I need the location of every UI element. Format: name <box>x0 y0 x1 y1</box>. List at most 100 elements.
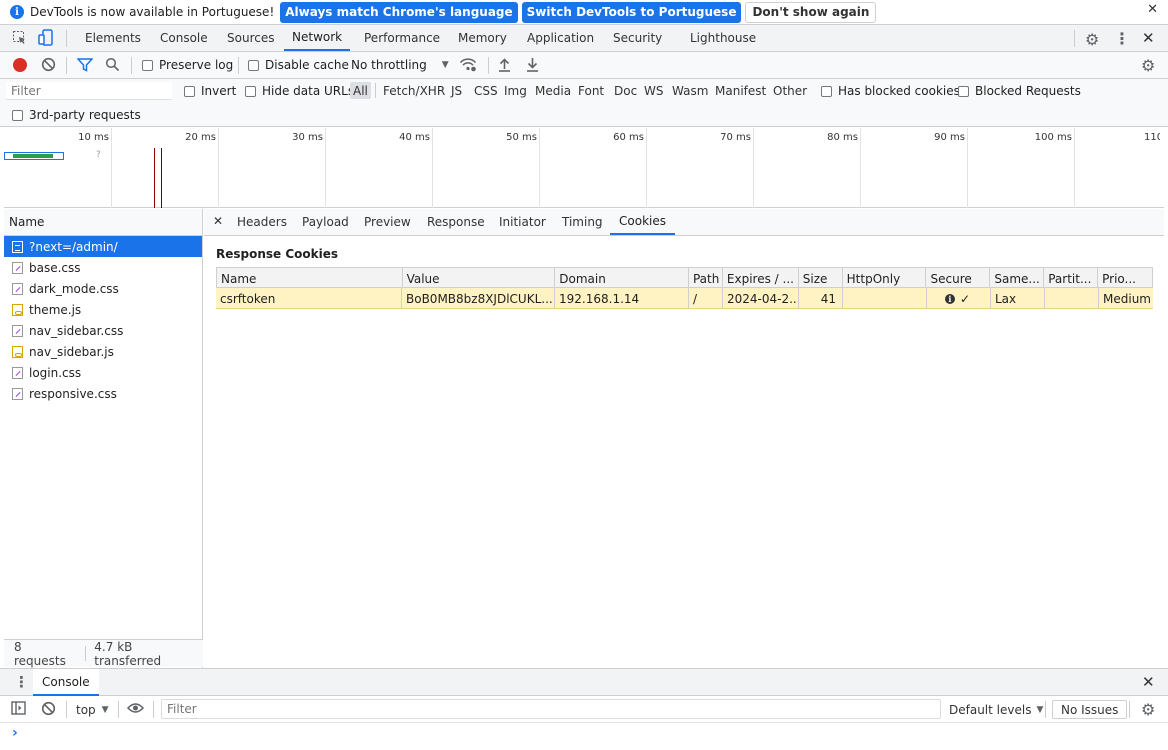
toolbar-divider <box>153 701 154 718</box>
column-header-samesite[interactable]: Same... <box>990 268 1045 289</box>
request-row[interactable]: nav_sidebar.js <box>4 341 202 362</box>
filter-type-js[interactable]: JS <box>451 82 462 99</box>
filter-type-other[interactable]: Other <box>773 82 807 99</box>
tab-memory[interactable]: Memory <box>458 25 507 51</box>
column-header-secure[interactable]: Secure <box>926 268 991 289</box>
filter-type-fetch-xhr[interactable]: Fetch/XHR <box>383 82 445 99</box>
filter-type-manifest[interactable]: Manifest <box>715 82 766 99</box>
request-row[interactable]: responsive.css <box>4 383 202 404</box>
close-drawer-icon[interactable]: ✕ <box>1142 673 1155 691</box>
drawer-menu-icon[interactable]: ⋮ <box>14 673 29 691</box>
info-icon[interactable]: i <box>944 293 955 304</box>
network-settings-gear-icon[interactable]: ⚙ <box>1141 56 1155 75</box>
checkbox-box[interactable] <box>184 85 195 97</box>
context-selector[interactable]: top ▼ <box>76 700 109 719</box>
column-header-path[interactable]: Path <box>689 268 723 289</box>
export-har-icon[interactable] <box>526 57 539 72</box>
throttling-select[interactable]: No throttling ▼ <box>351 58 449 72</box>
column-header-priority[interactable]: Prio... <box>1098 268 1152 289</box>
tab-performance[interactable]: Performance <box>364 25 440 51</box>
tab-security[interactable]: Security <box>613 25 662 51</box>
tab-initiator[interactable]: Initiator <box>499 209 546 235</box>
timeline-tick-label: 10 ms <box>78 132 109 143</box>
network-timeline-overview[interactable]: 10 ms 20 ms 30 ms 40 ms 50 ms 60 ms 70 m… <box>4 128 1164 208</box>
preserve-log-checkbox[interactable]: Preserve log <box>142 58 233 72</box>
more-options-icon[interactable]: ⋮ <box>1114 29 1130 48</box>
inspect-element-icon[interactable] <box>12 30 27 45</box>
column-header-domain[interactable]: Domain <box>555 268 689 289</box>
filter-type-css[interactable]: CSS <box>474 82 498 99</box>
column-header-value[interactable]: Value <box>403 268 556 289</box>
column-header-httponly[interactable]: HttpOnly <box>843 268 927 289</box>
filter-type-all[interactable]: All <box>350 82 371 99</box>
import-har-icon[interactable] <box>498 57 511 72</box>
record-icon[interactable] <box>13 58 27 72</box>
drawer-tab-console[interactable]: Console <box>33 669 99 696</box>
search-icon[interactable] <box>105 57 120 72</box>
disable-cache-checkbox[interactable]: Disable cache <box>248 58 349 72</box>
filter-type-img[interactable]: Img <box>504 82 527 99</box>
tab-elements[interactable]: Elements <box>85 25 141 51</box>
request-row[interactable]: dark_mode.css <box>4 278 202 299</box>
request-row[interactable]: base.css <box>4 257 202 278</box>
name-column-header[interactable]: Name <box>4 209 202 236</box>
show-sidebar-icon[interactable] <box>11 701 26 715</box>
settings-gear-icon[interactable]: ⚙ <box>1085 30 1099 49</box>
live-expression-eye-icon[interactable] <box>127 701 144 715</box>
clear-icon[interactable] <box>41 57 56 72</box>
tab-console[interactable]: Console <box>160 25 208 51</box>
close-devtools-icon[interactable]: ✕ <box>1142 29 1155 47</box>
tab-sources[interactable]: Sources <box>227 25 274 51</box>
third-party-requests-checkbox[interactable]: 3rd-party requests <box>12 108 141 122</box>
checkbox-box[interactable] <box>12 109 23 121</box>
network-conditions-icon[interactable] <box>459 57 477 72</box>
request-row[interactable]: ?next=/admin/ <box>4 236 202 257</box>
console-filter-input[interactable]: Filter <box>161 699 941 719</box>
infobar-close-icon[interactable]: ✕ <box>1147 2 1158 17</box>
filter-type-wasm[interactable]: Wasm <box>672 82 708 99</box>
issues-button[interactable]: No Issues <box>1052 700 1128 719</box>
tab-network[interactable]: Network <box>284 25 351 51</box>
filter-type-ws[interactable]: WS <box>644 82 663 99</box>
filter-type-font[interactable]: Font <box>578 82 604 99</box>
tab-headers[interactable]: Headers <box>237 209 287 235</box>
log-levels-select[interactable]: Default levels ▼ <box>949 700 1043 719</box>
tab-cookies[interactable]: Cookies <box>610 209 675 235</box>
device-toolbar-icon[interactable] <box>38 29 54 46</box>
switch-to-portuguese-button[interactable]: Switch DevTools to Portuguese <box>521 1 742 23</box>
checkbox-box[interactable] <box>821 85 832 97</box>
column-header-size[interactable]: Size <box>799 268 843 289</box>
column-header-expires[interactable]: Expires / ... <box>723 268 799 289</box>
checkbox-box[interactable] <box>245 85 256 97</box>
hide-data-urls-checkbox[interactable]: Hide data URLs <box>245 84 354 98</box>
tab-lighthouse[interactable]: Lighthouse <box>690 25 756 51</box>
checkbox-box[interactable] <box>958 85 969 97</box>
filter-funnel-icon[interactable] <box>77 58 93 72</box>
tab-preview[interactable]: Preview <box>364 209 411 235</box>
always-match-language-button[interactable]: Always match Chrome's language <box>280 1 518 23</box>
tab-application[interactable]: Application <box>527 25 594 51</box>
checkbox-box[interactable] <box>142 59 153 71</box>
filter-input[interactable]: Filter <box>6 82 172 100</box>
column-header-partition[interactable]: Partit... <box>1044 268 1099 289</box>
tab-timing[interactable]: Timing <box>562 209 603 235</box>
dont-show-again-button[interactable]: Don't show again <box>745 1 877 23</box>
has-blocked-cookies-checkbox[interactable]: Has blocked cookies <box>821 84 960 98</box>
clear-console-icon[interactable] <box>41 701 56 716</box>
invert-checkbox[interactable]: Invert <box>184 84 236 98</box>
filter-type-media[interactable]: Media <box>535 82 571 99</box>
request-row[interactable]: theme.js <box>4 299 202 320</box>
tab-payload[interactable]: Payload <box>302 209 349 235</box>
console-settings-gear-icon[interactable]: ⚙ <box>1141 700 1155 719</box>
tab-response[interactable]: Response <box>427 209 485 235</box>
column-header-name[interactable]: Name <box>217 268 403 289</box>
cookie-row[interactable]: csrftoken BoB0MB8bz8XJDlCUKL... 192.168.… <box>216 288 1153 309</box>
console-prompt[interactable]: › <box>12 725 18 741</box>
checkbox-box[interactable] <box>248 59 259 71</box>
request-list: Name ?next=/admin/ base.css dark_mode.cs… <box>4 209 203 668</box>
close-detail-icon[interactable]: ✕ <box>213 214 223 228</box>
blocked-requests-checkbox[interactable]: Blocked Requests <box>958 84 1081 98</box>
request-row[interactable]: nav_sidebar.css <box>4 320 202 341</box>
filter-type-doc[interactable]: Doc <box>614 82 637 99</box>
request-row[interactable]: login.css <box>4 362 202 383</box>
